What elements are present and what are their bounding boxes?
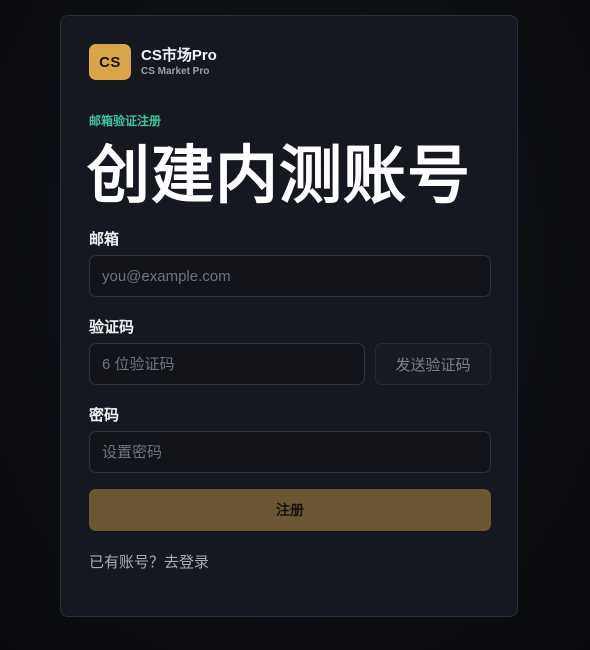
send-code-button[interactable]: 发送验证码 xyxy=(375,343,491,385)
brand: CS CS市场Pro CS Market Pro xyxy=(89,44,217,80)
login-link[interactable]: 已有账号？去登录 xyxy=(89,551,209,572)
brand-name: CS市场Pro xyxy=(141,46,217,64)
email-input[interactable] xyxy=(89,255,491,297)
brand-text: CS市场Pro CS Market Pro xyxy=(141,47,217,78)
code-label: 验证码 xyxy=(89,319,135,336)
brand-logo: CS xyxy=(89,44,131,80)
page-title: 创建内测账号 xyxy=(87,141,471,211)
verification-code-input[interactable] xyxy=(89,343,365,385)
register-card: CS CS市场Pro CS Market Pro 邮箱验证注册 创建内测账号 邮… xyxy=(60,15,518,617)
register-button[interactable]: 注册 xyxy=(89,489,491,531)
email-label: 邮箱 xyxy=(89,231,120,248)
section-eyebrow: 邮箱验证注册 xyxy=(89,114,162,128)
password-input[interactable] xyxy=(89,431,491,473)
password-label: 密码 xyxy=(89,407,120,424)
brand-subtitle: CS Market Pro xyxy=(141,65,210,77)
